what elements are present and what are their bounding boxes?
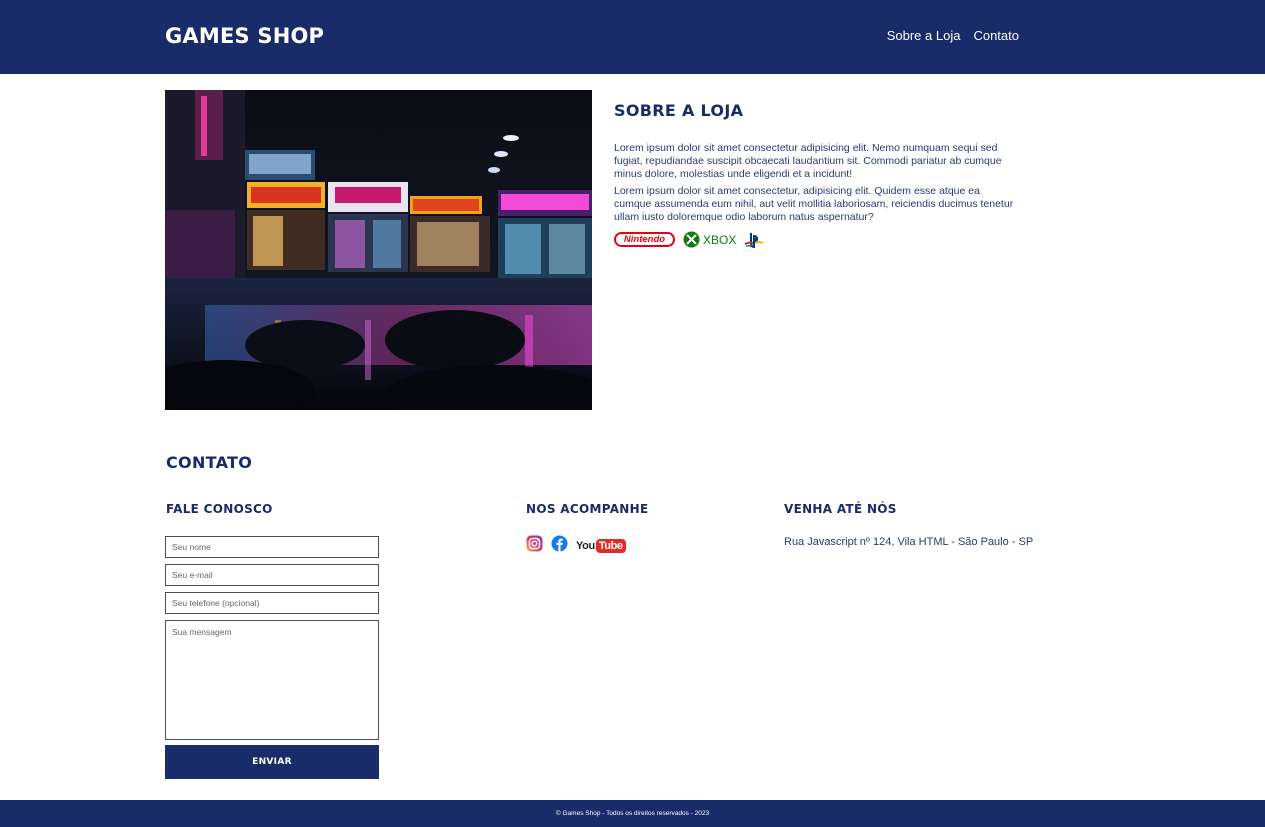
nintendo-logo: Nintendo bbox=[614, 232, 675, 247]
contact-form-title: FALE CONOSCO bbox=[166, 502, 273, 516]
youtube-logo-you: You bbox=[576, 539, 595, 552]
youtube-logo-tube: Tube bbox=[595, 538, 626, 553]
platform-logos: Nintendo XBOX bbox=[614, 231, 764, 248]
about-title: SOBRE A LOJA bbox=[614, 101, 744, 120]
about-paragraph-1: Lorem ipsum dolor sit amet consectetur a… bbox=[614, 142, 1002, 180]
contact-title: CONTATO bbox=[166, 453, 253, 472]
site-footer: © Games Shop - Todos os direitos reserva… bbox=[0, 800, 1265, 827]
nav-link-sobre-a-loja[interactable]: Sobre a Loja bbox=[887, 28, 961, 43]
main-nav: Sobre a Loja Contato bbox=[887, 28, 1019, 43]
facebook-icon bbox=[551, 535, 568, 552]
xbox-label: XBOX bbox=[703, 232, 737, 247]
store-night-image bbox=[165, 90, 592, 410]
site-logo[interactable]: GAMES SHOP bbox=[165, 24, 324, 48]
facebook-link[interactable] bbox=[551, 535, 568, 556]
nav-link-contato[interactable]: Contato bbox=[973, 28, 1019, 43]
social-links: You Tube bbox=[526, 535, 626, 556]
about-text: Lorem ipsum dolor sit amet consectetur a… bbox=[614, 142, 1018, 228]
store-photo bbox=[165, 90, 592, 410]
playstation-icon bbox=[744, 232, 764, 248]
instagram-link[interactable] bbox=[526, 535, 543, 556]
playstation-logo bbox=[744, 232, 764, 248]
email-field[interactable] bbox=[165, 564, 379, 586]
store-address: Rua Javascript nº 124, Vila HTML - São P… bbox=[784, 536, 1034, 548]
xbox-logo: XBOX bbox=[683, 231, 736, 248]
youtube-link[interactable]: You Tube bbox=[576, 538, 626, 553]
instagram-icon bbox=[526, 535, 543, 552]
about-paragraph-2: Lorem ipsum dolor sit amet consectetur, … bbox=[614, 185, 1014, 223]
location-title: VENHA ATÉ NÓS bbox=[784, 502, 897, 516]
message-field[interactable] bbox=[165, 620, 379, 740]
xbox-icon bbox=[683, 231, 700, 248]
copyright-text: © Games Shop - Todos os direitos reserva… bbox=[555, 810, 710, 817]
phone-field[interactable] bbox=[165, 592, 379, 614]
site-header: GAMES SHOP Sobre a Loja Contato bbox=[0, 0, 1265, 74]
name-field[interactable] bbox=[165, 536, 379, 558]
social-title: NOS ACOMPANHE bbox=[526, 502, 649, 516]
send-button[interactable]: ENVIAR bbox=[165, 745, 379, 779]
